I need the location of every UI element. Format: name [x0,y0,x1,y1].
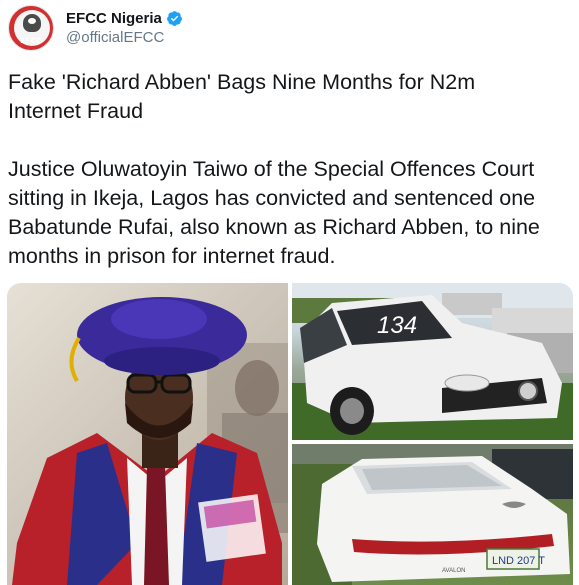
media-grid: 134 LND 207 T AVALON [7,283,573,585]
avatar-label: EFCC [20,37,42,45]
sedan-illustration: LND 207 T AVALON [292,444,573,585]
photo-white-sedan[interactable]: LND 207 T AVALON [292,444,573,585]
car-badge: AVALON [442,568,465,574]
graduate-illustration [12,297,288,585]
eagle-icon [23,14,41,32]
verified-badge-icon [166,11,182,26]
avatar[interactable]: EFCC [8,5,54,51]
name-row: EFCC Nigeria [66,10,183,27]
author-info: EFCC Nigeria @officialEFCC [66,10,183,46]
handle[interactable]: @officialEFCC [66,29,183,46]
suv-illustration: 134 [292,283,573,440]
tweet-header: EFCC EFCC Nigeria @officialEFCC [8,5,183,51]
display-name[interactable]: EFCC Nigeria [66,10,162,27]
license-plate: LND 207 T [492,555,545,567]
photo-graduate[interactable] [7,283,288,585]
tweet-text: Fake 'Richard Abben' Bags Nine Months fo… [8,70,540,268]
windshield-mark: 134 [377,312,417,339]
photo-white-suv[interactable]: 134 [292,283,573,440]
